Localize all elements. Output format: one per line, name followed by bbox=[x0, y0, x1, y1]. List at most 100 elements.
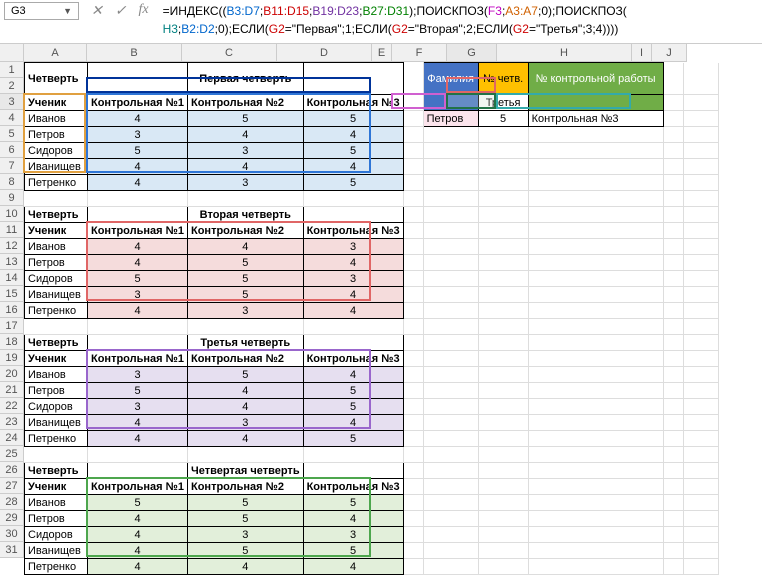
column-header-C[interactable]: C bbox=[182, 44, 277, 62]
cell-E21[interactable] bbox=[403, 399, 423, 415]
cell-H13[interactable] bbox=[528, 271, 663, 287]
row-header-8[interactable]: 8 bbox=[0, 174, 24, 190]
cell-B3[interactable]: 4 bbox=[88, 111, 188, 127]
cell-A22[interactable]: Иванищев bbox=[25, 415, 88, 431]
cell-B23[interactable]: 4 bbox=[88, 431, 188, 447]
cell-B31[interactable]: 4 bbox=[88, 559, 188, 575]
cell-H17[interactable] bbox=[528, 335, 663, 351]
cell-I7[interactable] bbox=[663, 175, 683, 191]
row-header-22[interactable]: 22 bbox=[0, 398, 24, 414]
cell-H8[interactable] bbox=[528, 191, 663, 207]
cell-G22[interactable] bbox=[478, 415, 528, 431]
cell-H25[interactable] bbox=[528, 463, 663, 479]
cell-I27[interactable] bbox=[663, 495, 683, 511]
row-header-1[interactable]: 1 bbox=[0, 62, 24, 78]
cell-H30[interactable] bbox=[528, 543, 663, 559]
cell-H5[interactable] bbox=[528, 143, 663, 159]
cell-D9[interactable] bbox=[303, 207, 403, 223]
cell-H23[interactable] bbox=[528, 431, 663, 447]
cell-D26[interactable]: Контрольная №3 bbox=[303, 479, 403, 495]
cell-C7[interactable]: 3 bbox=[188, 175, 304, 191]
cell-A6[interactable]: Иванищев bbox=[25, 159, 88, 175]
cell-A8[interactable] bbox=[25, 191, 88, 207]
row-header-14[interactable]: 14 bbox=[0, 270, 24, 286]
cell-F27[interactable] bbox=[423, 495, 478, 511]
cell-A11[interactable]: Иванов bbox=[25, 239, 88, 255]
cell-J26[interactable] bbox=[683, 479, 718, 495]
row-header-12[interactable]: 12 bbox=[0, 238, 24, 254]
cell-G4[interactable] bbox=[478, 127, 528, 143]
cell-C11[interactable]: 4 bbox=[188, 239, 304, 255]
cell-H10[interactable] bbox=[528, 223, 663, 239]
cell-D23[interactable]: 5 bbox=[303, 431, 403, 447]
cell-D17[interactable] bbox=[303, 335, 403, 351]
cell-D11[interactable]: 3 bbox=[303, 239, 403, 255]
cell-A5[interactable]: Сидоров bbox=[25, 143, 88, 159]
formula-input[interactable]: =ИНДЕКС((B3:D7;B11:D15;B19:D23;B27:D31);… bbox=[159, 0, 762, 43]
column-header-F[interactable]: F bbox=[392, 44, 447, 62]
cell-F1[interactable]: Фамилия bbox=[423, 63, 478, 95]
cell-J3[interactable] bbox=[683, 111, 718, 127]
cell-A23[interactable]: Петренко bbox=[25, 431, 88, 447]
cell-C29[interactable]: 3 bbox=[188, 527, 304, 543]
cell-I11[interactable] bbox=[663, 239, 683, 255]
cell-C2[interactable]: Контрольная №2 bbox=[188, 95, 304, 111]
cell-C3[interactable]: 5 bbox=[188, 111, 304, 127]
cell-G21[interactable] bbox=[478, 399, 528, 415]
cell-I16[interactable] bbox=[663, 319, 683, 335]
cell-I3[interactable] bbox=[663, 111, 683, 127]
cell-G16[interactable] bbox=[478, 319, 528, 335]
cell-G31[interactable] bbox=[478, 559, 528, 575]
cell-C6[interactable]: 4 bbox=[188, 159, 304, 175]
row-header-27[interactable]: 27 bbox=[0, 478, 24, 494]
cell-I21[interactable] bbox=[663, 399, 683, 415]
cell-F29[interactable] bbox=[423, 527, 478, 543]
cell-J17[interactable] bbox=[683, 335, 718, 351]
cell-A14[interactable]: Иванищев bbox=[25, 287, 88, 303]
cell-F17[interactable] bbox=[423, 335, 478, 351]
cell-B6[interactable]: 4 bbox=[88, 159, 188, 175]
cell-G7[interactable] bbox=[478, 175, 528, 191]
cell-H21[interactable] bbox=[528, 399, 663, 415]
cell-A4[interactable]: Петров bbox=[25, 127, 88, 143]
cell-J13[interactable] bbox=[683, 271, 718, 287]
cell-B5[interactable]: 5 bbox=[88, 143, 188, 159]
cell-I24[interactable] bbox=[663, 447, 683, 463]
cell-B4[interactable]: 3 bbox=[88, 127, 188, 143]
column-header-H[interactable]: H bbox=[497, 44, 632, 62]
cell-J20[interactable] bbox=[683, 383, 718, 399]
cell-J14[interactable] bbox=[683, 287, 718, 303]
cell-C10[interactable]: Контрольная №2 bbox=[188, 223, 304, 239]
cell-C17[interactable]: Третья четверть bbox=[188, 335, 304, 351]
cell-A19[interactable]: Иванов bbox=[25, 367, 88, 383]
cell-E11[interactable] bbox=[403, 239, 423, 255]
cell-C23[interactable]: 4 bbox=[188, 431, 304, 447]
cell-D7[interactable]: 5 bbox=[303, 175, 403, 191]
cell-H14[interactable] bbox=[528, 287, 663, 303]
cell-C22[interactable]: 3 bbox=[188, 415, 304, 431]
cell-H7[interactable] bbox=[528, 175, 663, 191]
row-header-7[interactable]: 7 bbox=[0, 158, 24, 174]
cell-D8[interactable] bbox=[303, 191, 403, 207]
cell-G25[interactable] bbox=[478, 463, 528, 479]
cell-H22[interactable] bbox=[528, 415, 663, 431]
cell-D13[interactable]: 3 bbox=[303, 271, 403, 287]
cell-F11[interactable] bbox=[423, 239, 478, 255]
cell-A18[interactable]: Ученик bbox=[25, 351, 88, 367]
cell-E7[interactable] bbox=[403, 175, 423, 191]
cell-D20[interactable]: 5 bbox=[303, 383, 403, 399]
cell-J22[interactable] bbox=[683, 415, 718, 431]
cell-A10[interactable]: Ученик bbox=[25, 223, 88, 239]
cell-D22[interactable]: 4 bbox=[303, 415, 403, 431]
cell-B30[interactable]: 4 bbox=[88, 543, 188, 559]
select-all-corner[interactable] bbox=[0, 44, 24, 62]
cell-C9[interactable]: Вторая четверть bbox=[188, 207, 304, 223]
row-header-9[interactable]: 9 bbox=[0, 190, 24, 206]
cell-H4[interactable] bbox=[528, 127, 663, 143]
cell-A2[interactable]: Ученик bbox=[25, 95, 88, 111]
cell-I19[interactable] bbox=[663, 367, 683, 383]
cell-B7[interactable]: 4 bbox=[88, 175, 188, 191]
cell-F20[interactable] bbox=[423, 383, 478, 399]
cell-F19[interactable] bbox=[423, 367, 478, 383]
row-header-5[interactable]: 5 bbox=[0, 126, 24, 142]
